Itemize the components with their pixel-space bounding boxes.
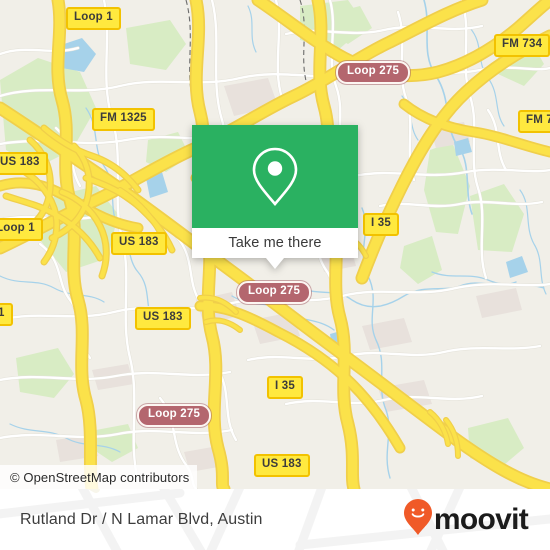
road-shield: Loop 1 <box>0 218 43 241</box>
road-shield: US 183 <box>111 232 167 255</box>
road-shield: Loop 275 <box>237 281 312 304</box>
road-shield: FM 1325 <box>92 108 155 131</box>
location-pin-icon <box>251 146 299 208</box>
road-shield: Loop 275 <box>336 61 411 84</box>
take-me-there-button[interactable]: Take me there <box>192 228 358 258</box>
road-shield: 1 <box>0 303 13 326</box>
popup-pointer <box>266 258 284 269</box>
road-shield: FM 73 <box>518 110 550 133</box>
map-screen: .mjr { stroke:#fbe24a; stroke-linecap:ro… <box>0 0 550 550</box>
moovit-logo[interactable]: moovit <box>403 499 529 540</box>
road-shield: US 183 <box>135 307 191 330</box>
road-shield: Loop 1 <box>66 7 121 30</box>
road-shield: US 183 <box>0 152 48 175</box>
destination-popup[interactable]: Take me there <box>192 125 358 269</box>
popup-header <box>192 125 358 228</box>
road-shield: FM 734 <box>494 34 550 57</box>
attribution-text: © OpenStreetMap contributors <box>10 469 190 485</box>
moovit-wordmark: moovit <box>433 502 529 536</box>
road-shield: I 35 <box>363 213 399 236</box>
station-title: Rutland Dr / N Lamar Blvd, Austin <box>20 510 263 528</box>
footer-content: Rutland Dr / N Lamar Blvd, Austin moovit <box>0 489 550 550</box>
footer-bar: Rutland Dr / N Lamar Blvd, Austin moovit <box>0 489 550 550</box>
moovit-smiling-pin-icon <box>403 499 432 540</box>
road-shield: I 35 <box>267 376 303 399</box>
road-shield: Loop 275 <box>137 404 212 427</box>
map-attribution[interactable]: © OpenStreetMap contributors <box>0 465 198 489</box>
road-shield: US 183 <box>254 454 310 477</box>
map-canvas[interactable]: .mjr { stroke:#fbe24a; stroke-linecap:ro… <box>0 0 550 489</box>
take-me-there-label: Take me there <box>228 235 322 251</box>
